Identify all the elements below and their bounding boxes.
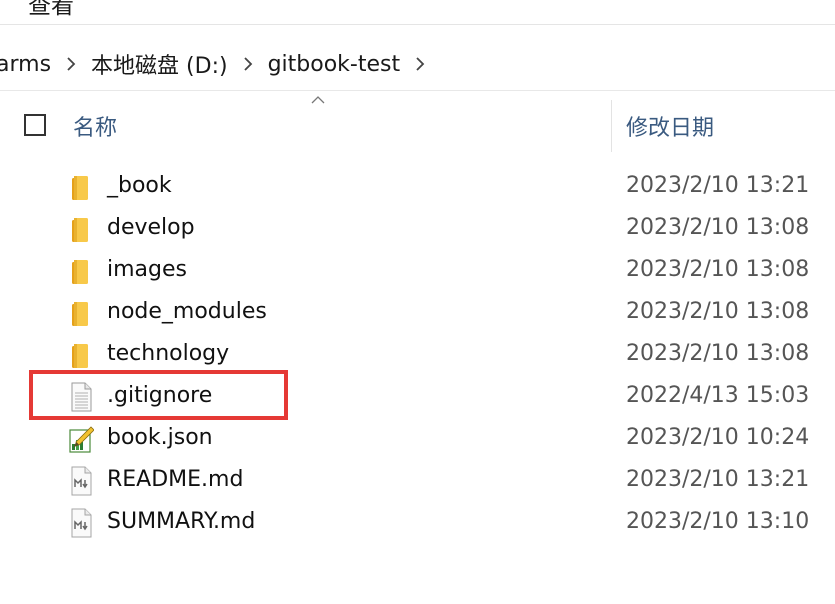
file-name: README.md [107, 467, 244, 492]
file-modified-date: 2023/2/10 13:08 [626, 215, 810, 240]
folder-icon [72, 302, 88, 326]
column-resize-handle[interactable] [611, 100, 612, 152]
column-header-name[interactable]: 名称 [73, 110, 117, 142]
column-header-date[interactable]: 修改日期 [626, 110, 714, 142]
file-modified-date: 2023/2/10 13:21 [626, 467, 810, 492]
file-name: .gitignore [107, 383, 213, 408]
list-item[interactable]: _book 2023/2/10 13:21 [0, 166, 835, 208]
file-modified-date: 2023/2/10 13:21 [626, 173, 810, 198]
list-item[interactable]: images 2023/2/10 13:08 [0, 250, 835, 292]
list-item[interactable]: .gitignore 2022/4/13 15:03 [0, 376, 835, 418]
breadcrumb-item[interactable]: arms [0, 52, 51, 77]
breadcrumb-item[interactable]: 本地磁盘 (D:) [91, 48, 228, 80]
list-item[interactable]: SUMMARY.md 2023/2/10 13:10 [0, 502, 835, 544]
file-modified-date: 2023/2/10 13:08 [626, 341, 810, 366]
folder-icon [72, 176, 88, 200]
markdown-file-icon [71, 508, 92, 538]
file-modified-date: 2023/2/10 13:08 [626, 257, 810, 282]
file-name: SUMMARY.md [107, 509, 256, 534]
list-item[interactable]: develop 2023/2/10 13:08 [0, 208, 835, 250]
folder-icon [72, 344, 88, 368]
list-item[interactable]: node_modules 2023/2/10 13:08 [0, 292, 835, 334]
file-name: technology [107, 341, 230, 366]
chevron-right-icon[interactable] [65, 55, 77, 73]
file-name: _book [107, 173, 172, 198]
json-file-icon [69, 426, 94, 453]
breadcrumb: arms 本地磁盘 (D:) gitbook-test [0, 38, 835, 91]
column-header-row: 名称 修改日期 [0, 100, 835, 152]
menu-view[interactable]: 查看 [28, 0, 74, 20]
file-name: book.json [107, 425, 213, 450]
file-name: node_modules [107, 299, 267, 324]
file-name: develop [107, 215, 195, 240]
folder-icon [72, 218, 88, 242]
text-file-icon [71, 382, 92, 412]
list-item[interactable]: book.json 2023/2/10 10:24 [0, 418, 835, 460]
file-name: images [107, 257, 187, 282]
chevron-right-icon[interactable] [242, 55, 254, 73]
chevron-right-icon[interactable] [414, 55, 426, 73]
file-modified-date: 2023/2/10 13:08 [626, 299, 810, 324]
file-modified-date: 2023/2/10 10:24 [626, 425, 810, 450]
list-item[interactable]: technology 2023/2/10 13:08 [0, 334, 835, 376]
menu-bar: 查看 [0, 0, 835, 25]
list-item[interactable]: README.md 2023/2/10 13:21 [0, 460, 835, 502]
select-all-checkbox[interactable] [24, 114, 46, 136]
file-modified-date: 2022/4/13 15:03 [626, 383, 810, 408]
file-modified-date: 2023/2/10 13:10 [626, 509, 810, 534]
folder-icon [72, 260, 88, 284]
markdown-file-icon [71, 466, 92, 496]
breadcrumb-item[interactable]: gitbook-test [268, 52, 401, 77]
